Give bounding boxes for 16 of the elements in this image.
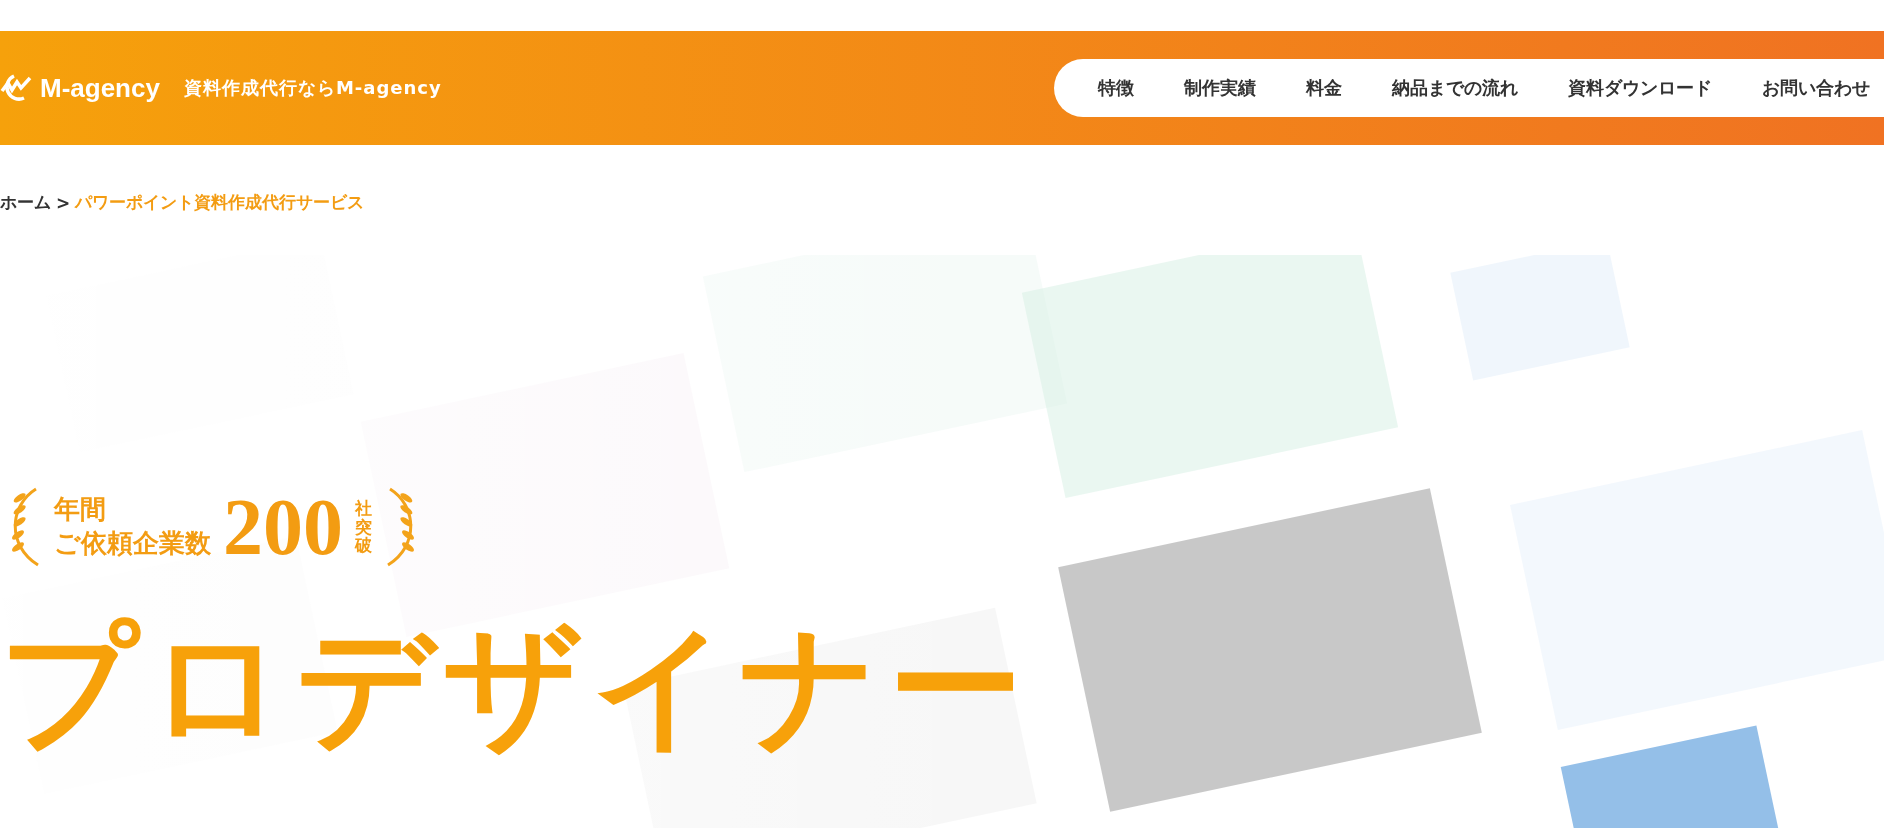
breadcrumb-link[interactable]: ホーム [0, 191, 51, 214]
nav-link[interactable]: 制作実績 [1184, 76, 1256, 100]
logo-icon[interactable] [0, 73, 34, 103]
tagline: 資料作成代行ならM-agency [183, 76, 442, 100]
nav-link[interactable]: 納品までの流れ [1392, 76, 1518, 100]
nav-link[interactable]: 特徴 [1098, 76, 1134, 100]
breadcrumb-separator: > [56, 192, 71, 213]
breadcrumb-current: パワーポイント資料作成代行サービス [75, 191, 365, 214]
nav-link[interactable]: 料金 [1306, 76, 1342, 100]
badge-label: 年間 [54, 495, 107, 525]
badge-label: ご依頼企業数 [54, 529, 211, 559]
badge-suffix: 社突破 [355, 498, 372, 556]
badge-number: 200 [223, 487, 343, 567]
hero-title: プロデザイナー [0, 619, 1034, 754]
nav-link[interactable]: 資料ダウンロード [1568, 76, 1712, 100]
nav-link[interactable]: お問い合わせ [1762, 76, 1870, 100]
